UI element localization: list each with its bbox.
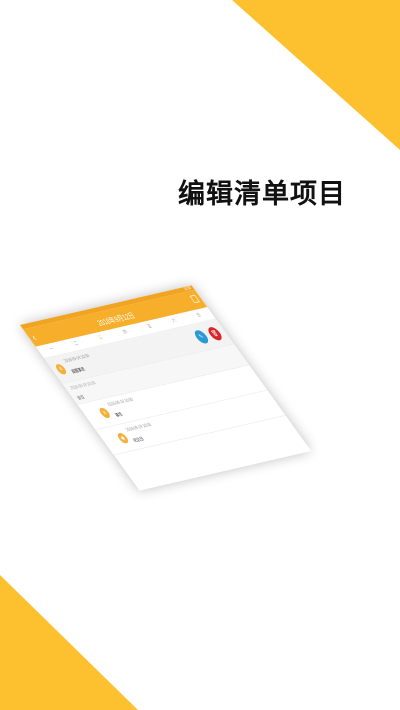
gift-icon: ◆	[115, 432, 131, 445]
item-time: 2018-09-19 10:00	[63, 353, 91, 364]
item-name: 纪念日	[132, 437, 146, 444]
group-time: 2018-09-19 10:00	[69, 380, 98, 391]
trash-icon: 🗑	[209, 329, 220, 338]
bottom-left-triangle	[0, 575, 138, 710]
app-screen: 10:30 ‹ 2018年9月12日 一 二 三 四 五 六 日 ≡ 2018-…	[20, 285, 312, 491]
item-time: 2018-09-19 10:00	[106, 397, 135, 408]
phone-mockup: 10:30 ‹ 2018年9月12日 一 二 三 四 五 六 日 ≡ 2018-…	[20, 265, 385, 535]
item-name: 事项	[114, 412, 125, 419]
headline: 编辑清单项目	[178, 179, 346, 210]
pen-icon: ✎	[197, 332, 206, 341]
top-right-triangle	[232, 0, 400, 150]
list-icon: ≡	[97, 407, 113, 419]
group-name: 会议	[76, 395, 87, 402]
list-icon: ≡	[53, 363, 69, 376]
item-time: 2018-09-19 10:00	[125, 422, 153, 433]
item-name: 提醒事项	[70, 367, 87, 375]
